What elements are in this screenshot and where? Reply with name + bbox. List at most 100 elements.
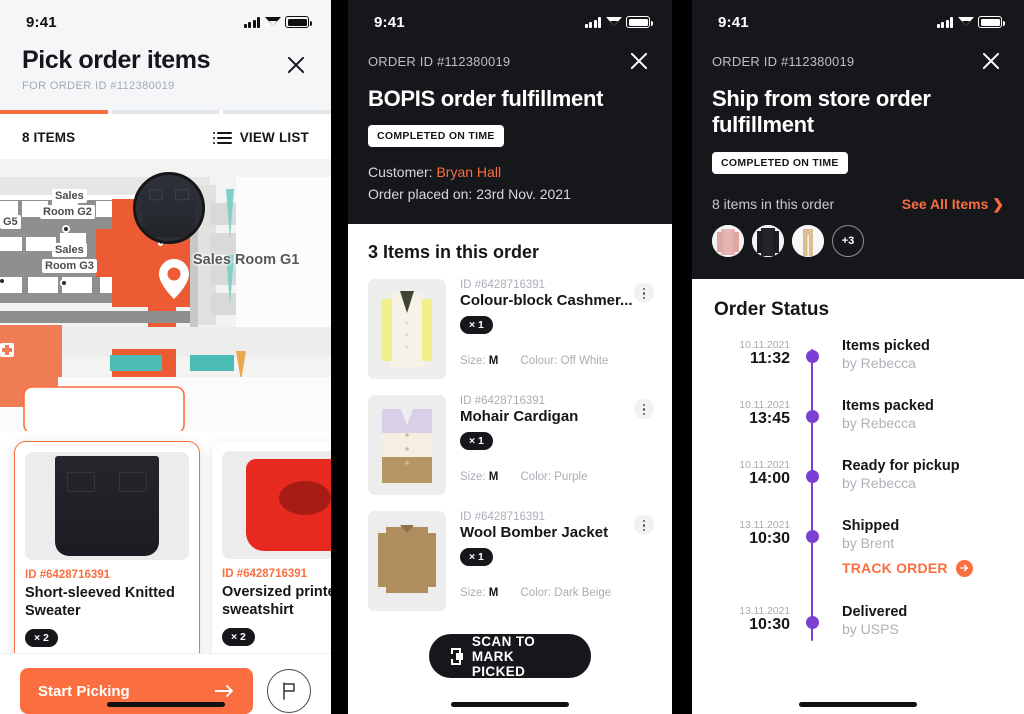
order-status-section: Order Status 10.11.2021 11:32 Items pick… [692,278,1024,663]
timeline-label: Delivered [842,603,908,620]
timeline-item: 10.11.2021 11:32 Items picked by Rebecca [714,337,1002,397]
status-bar-icons [243,16,312,28]
arrow-right-circle-icon [955,559,973,577]
order-id: ORDER ID #112380019 [368,53,511,69]
avatar-more-count[interactable]: +3 [832,224,864,257]
item-size-value: M [488,355,499,368]
cellular-signal-icon [243,16,260,28]
status-bar-time: 9:41 [26,13,57,31]
item-color-label: Color: [520,587,552,600]
phone1-header: Pick order items FOR ORDER ID #112380019 [0,44,331,110]
customer-line: Customer: Bryan Hall [368,164,652,180]
timeline-dot [806,469,819,483]
home-indicator [451,702,569,707]
timeline-item: 13.11.2021 10:30 Shipped by Brent TRACK … [714,517,1002,603]
customer-name[interactable]: Bryan Hall [436,164,501,180]
item-card[interactable]: ID #6428716391 Oversized printed sweatsh… [212,441,331,679]
item-quantity-badge: × 2 [222,628,255,646]
items-count-label: 8 ITEMS [22,130,76,145]
scan-button-label: SCAN TO MARK PICKED [471,633,536,679]
timeline-actor: by USPS [842,620,899,637]
timeline-item: 13.11.2021 10:30 Delivered by USPS [714,603,1002,663]
list-item-main: ID #6428716391 Mohair Cardigan × 1 Size:… [460,395,654,495]
three-phone-mockup: 9:41 Pick order items FOR ORDER ID #1123… [0,0,1024,714]
item-size-label: Size: [460,587,486,600]
item-card-selected[interactable]: ID #6428716391 Short-sleeved Knitted Swe… [14,441,200,679]
order-status-heading: Order Status [714,298,830,320]
item-size-label: Size: [460,471,486,484]
item-quantity-badge: × 1 [460,548,493,567]
see-all-items-button[interactable]: See All Items ❯ [902,196,1004,213]
start-picking-button[interactable]: Start Picking [20,668,253,714]
home-indicator [106,702,225,707]
phone2-dark-header: 9:41 ORDER ID #112380019 BOPIS order ful… [348,0,672,225]
timeline-actor: by Rebecca [842,354,916,371]
item-meta: Size: M Color: Purple [460,471,652,483]
items-heading: 3 Items in this order [368,242,540,263]
items-count-label: 8 items in this order [712,196,835,213]
close-icon[interactable] [626,48,652,74]
timeline-dot [806,409,819,423]
items-summary-row: 8 items in this order See All Items ❯ [712,196,1004,213]
status-bar-time: 9:41 [718,13,749,31]
status-bar-time: 9:41 [374,13,405,31]
timeline-dot [806,529,819,543]
timeline-when: 10.11.2021 11:32 [714,337,790,397]
item-name: Colour-block Cashmer... [460,292,633,310]
timeline-text: Shipped by Brent TRACK ORDER [842,517,973,603]
avatar[interactable] [712,224,744,257]
battery-icon [626,16,653,28]
flag-icon [283,682,295,700]
list-item-main: ID #6428716391 Wool Bomber Jacket × 1 Si… [460,511,654,611]
timeline-when: 13.11.2021 10:30 [714,603,790,663]
map-current-room-label: Sales Room G1 [193,252,300,268]
highlighted-item-bubble[interactable] [133,172,205,244]
timeline-label: Items packed [842,397,934,414]
map-label: Sales [52,243,87,257]
timeline-when: 10.11.2021 13:45 [714,397,790,457]
item-color-label: Colour: [520,355,558,368]
timeline-dot [806,615,819,629]
item-size-label: Size: [460,355,486,368]
timeline-time: 14:00 [749,469,790,487]
cellular-signal-icon [584,16,601,28]
timeline-label: Ready for pickup [842,457,960,474]
status-badge: COMPLETED ON TIME [712,151,848,174]
item-color-value: Purple [554,471,588,484]
item-id: ID #6428716391 [460,279,546,292]
item-color-label: Color: [520,471,552,484]
wifi-icon [957,16,974,28]
status-bar: 9:41 [0,0,331,44]
timeline-label: Shipped [842,517,900,534]
store-map[interactable]: Sales Room G2 G5 Sales Room G3 .bubble{l… [0,159,331,431]
flag-button[interactable] [267,669,311,713]
scan-to-mark-picked-button[interactable]: SCAN TO MARK PICKED [429,633,591,679]
timeline-time: 11:32 [749,349,790,367]
close-icon[interactable] [283,52,309,78]
list-item[interactable]: ID #6428716391 Colour-block Cashmer... ×… [368,279,654,380]
item-card-carousel[interactable]: ID #6428716391 Short-sleeved Knitted Swe… [0,431,331,679]
map-label: Room G3 [42,259,97,273]
order-id: ORDER ID #112380019 [712,53,855,69]
battery-icon [978,16,1005,28]
item-image [368,279,446,380]
close-icon[interactable] [978,48,1004,74]
timeline-time: 10:30 [749,529,790,547]
view-list-button[interactable]: VIEW LIST [212,130,309,145]
item-image [368,395,446,496]
list-item-main: ID #6428716391 Colour-block Cashmer... ×… [460,279,654,379]
list-item[interactable]: ID #6428716391 Mohair Cardigan × 1 Size:… [368,395,654,496]
view-list-label: VIEW LIST [239,130,309,145]
page-title: Pick order items [22,46,211,74]
page-title: BOPIS order fulfillment [368,86,604,111]
track-order-button[interactable]: TRACK ORDER [842,559,973,577]
timeline-actor: by Rebecca [842,414,916,431]
wifi-icon [605,16,622,28]
phone3-dark-header: 9:41 ORDER ID #112380019 Ship from store… [692,0,1024,279]
avatar[interactable] [792,224,824,257]
track-order-label: TRACK ORDER [842,560,948,577]
list-item[interactable]: ID #6428716391 Wool Bomber Jacket × 1 Si… [368,511,654,612]
avatar[interactable] [752,224,784,257]
item-name: Mohair Cardigan [460,408,579,426]
item-id: ID #6428716391 [25,569,111,581]
